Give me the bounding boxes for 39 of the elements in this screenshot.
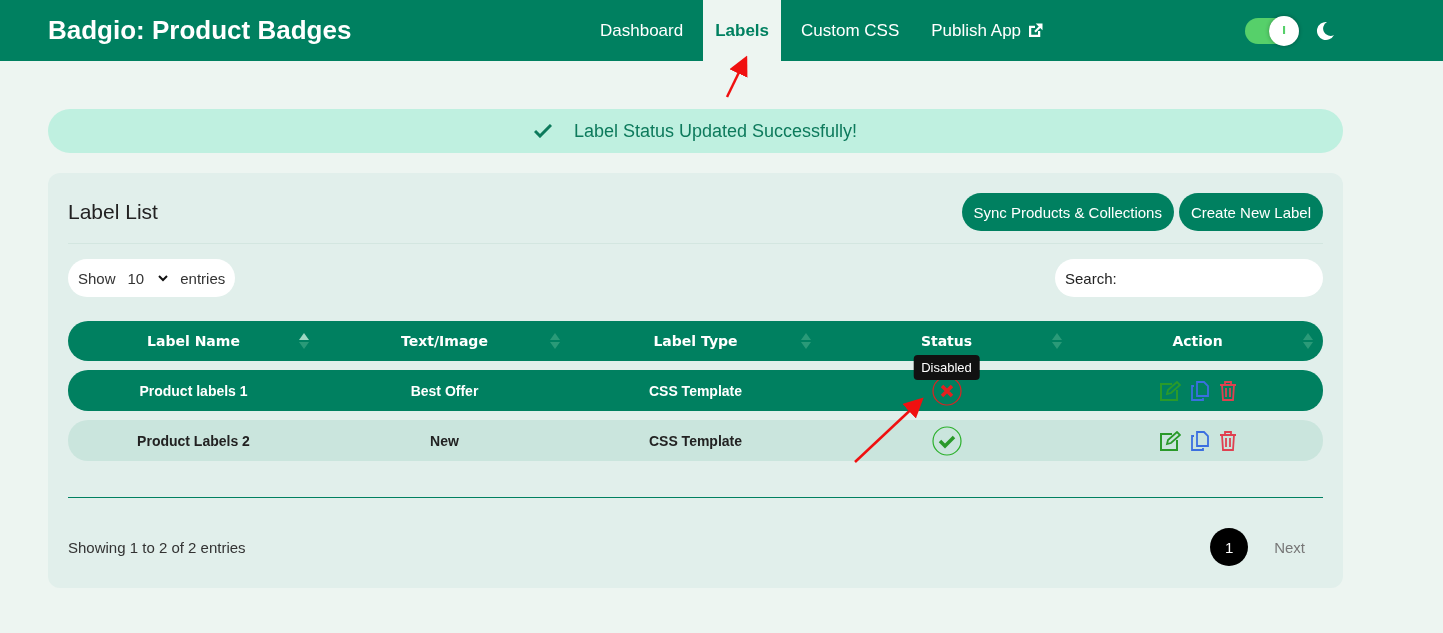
app-title: Badgio: Product Badges [48,15,353,46]
table-row[interactable]: Product Labels 2 New CSS Template [68,420,1323,461]
entries-select[interactable]: 10 [121,269,175,287]
column-header[interactable]: Action [1172,333,1223,349]
trash-icon[interactable] [1218,430,1237,451]
check-circle-icon[interactable] [931,425,962,456]
action-button[interactable]: Create New Label [1178,193,1323,231]
nav-tab[interactable]: Labels [703,0,782,61]
tooltip: Disabled [913,355,980,380]
nav-tab[interactable]: Custom CSS [789,0,912,61]
nav-tab[interactable]: Dashboard [588,0,696,61]
annotation-arrow [725,55,748,98]
moon-icon[interactable] [1315,20,1335,41]
column-header[interactable]: Label Name [147,333,240,349]
search-field[interactable]: Search: [1055,259,1323,297]
table-info: Showing 1 to 2 of 2 entries [68,538,246,556]
next-button[interactable]: Next [1256,530,1323,564]
length-label: entries [180,269,226,287]
column-header[interactable]: Text/Image [401,333,488,349]
nav-tab[interactable]: Publish App [919,0,1057,61]
trash-icon[interactable] [1218,380,1237,401]
copy-icon[interactable] [1190,430,1209,451]
action-button[interactable]: Sync Products & Collections [961,193,1174,231]
annotation-arrow [854,397,924,463]
check-icon [533,124,552,138]
page-button[interactable]: 1 [1210,528,1249,566]
edit-icon[interactable] [1158,430,1181,451]
table-cell: Product Labels 2 [137,432,250,449]
table-cell: Best Offer [410,382,479,399]
table-cell: New [430,432,459,449]
table-cell: Product labels 1 [139,382,248,399]
column-header[interactable]: Label Type [653,333,738,349]
column-header[interactable]: Status [920,333,973,349]
table-cell: CSS Template [648,382,743,399]
alert-message: Label Status Updated Successfully! [573,120,858,142]
table-cell: CSS Template [648,432,743,449]
chevron-down-icon [158,274,169,282]
card-title: Label List [68,200,158,224]
length-label: Show [78,269,116,287]
